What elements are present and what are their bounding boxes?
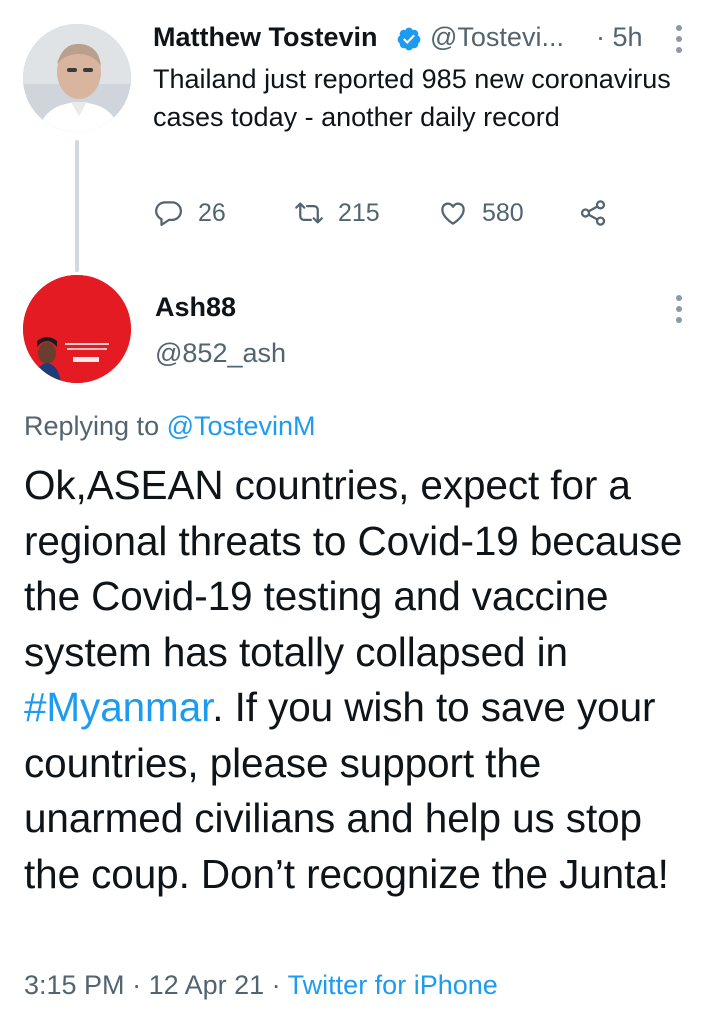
replying-prefix: Replying to	[24, 411, 167, 441]
reply-tweet-text: Ok,ASEAN countries, expect for a regiona…	[24, 458, 704, 902]
retweet-button[interactable]: 215	[294, 195, 380, 231]
mention-link[interactable]: @TostevinM	[167, 411, 316, 441]
reply-author-avatar[interactable]	[23, 275, 131, 383]
parent-author-avatar[interactable]	[23, 24, 131, 132]
reply-icon	[155, 201, 182, 226]
replying-to-line: Replying to @TostevinM	[24, 411, 316, 442]
reply-count: 26	[198, 198, 226, 227]
like-icon	[441, 202, 465, 225]
tweet-time: 3:15 PM	[24, 970, 125, 1000]
hashtag-link[interactable]: #Myanmar	[24, 684, 212, 730]
parent-tweet-time[interactable]: · 5h	[596, 22, 643, 53]
meta-separator: ·	[124, 970, 149, 1000]
share-button[interactable]	[578, 195, 622, 231]
tweet-meta: 3:15 PM · 12 Apr 21 · Twitter for iPhone	[24, 970, 498, 1001]
reply-button[interactable]: 26	[154, 195, 226, 231]
more-options-icon[interactable]	[675, 25, 683, 53]
avatar-image	[23, 275, 131, 383]
parent-tweet-text: Thailand just reported 985 new coronavir…	[153, 64, 671, 132]
thread-connector-line	[75, 140, 79, 272]
more-options-icon[interactable]	[675, 295, 683, 323]
retweet-count: 215	[338, 198, 380, 227]
tweet-text-part1: Ok,ASEAN countries, expect for a regiona…	[24, 462, 683, 675]
reply-author-name[interactable]: Ash88	[155, 292, 236, 323]
share-icon	[580, 200, 606, 226]
retweet-icon	[295, 202, 323, 224]
avatar-photo	[23, 24, 131, 132]
like-button[interactable]: 580	[438, 195, 524, 231]
like-count: 580	[482, 198, 524, 227]
reply-author-handle[interactable]: @852_ash	[155, 338, 286, 369]
parent-author-name[interactable]: Matthew Tostevin	[153, 22, 378, 53]
verified-badge-icon	[397, 27, 421, 51]
tweet-source-link[interactable]: Twitter for iPhone	[288, 970, 498, 1000]
meta-separator: ·	[264, 970, 288, 1000]
parent-author-handle[interactable]: @Tostevi...	[430, 22, 564, 53]
tweet-date: 12 Apr 21	[148, 970, 265, 1000]
